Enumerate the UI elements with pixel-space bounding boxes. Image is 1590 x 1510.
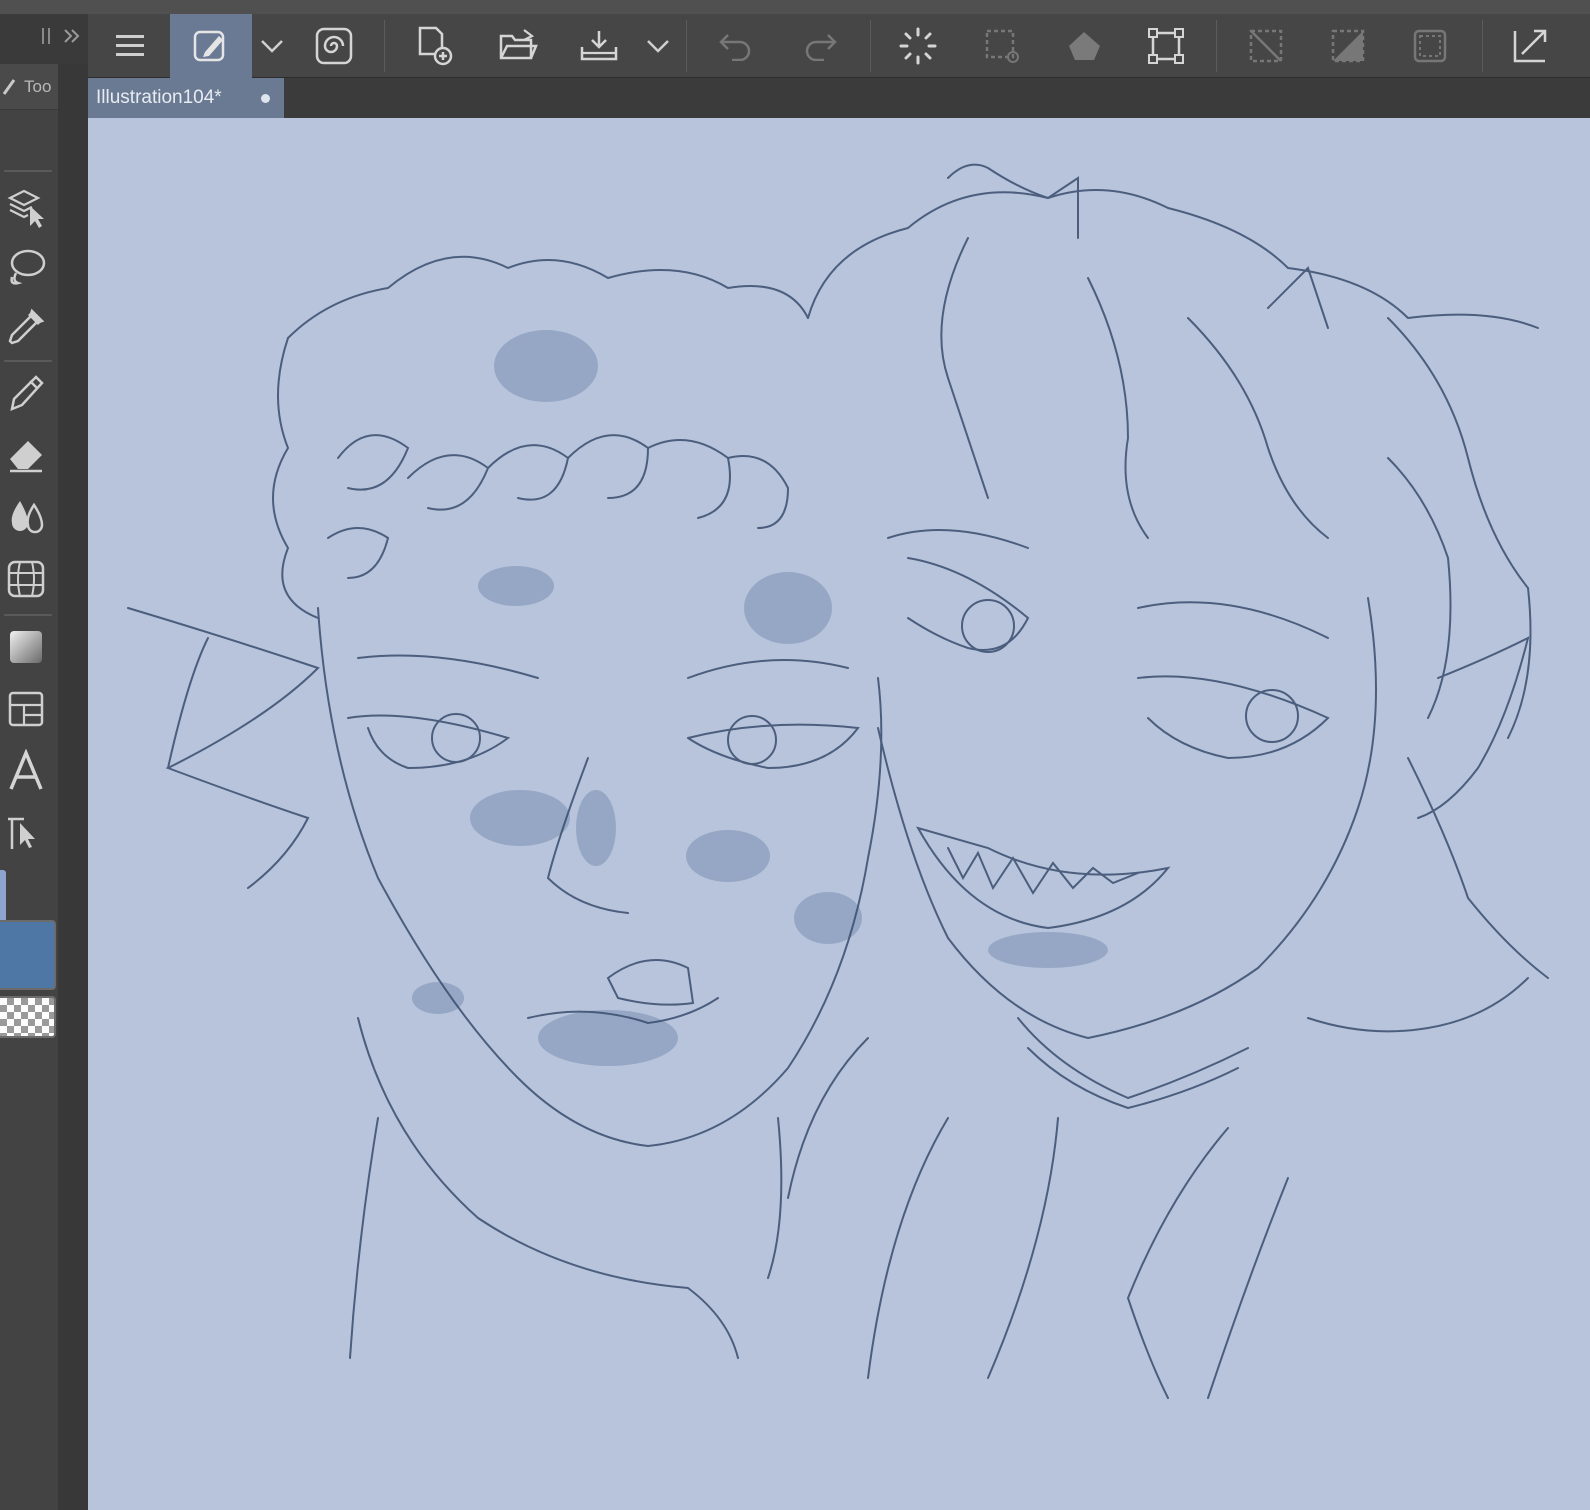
eyedropper-icon	[8, 308, 45, 345]
redo-button[interactable]	[788, 14, 852, 78]
document-tab[interactable]: Illustration104*	[88, 78, 284, 118]
zoom-corner-icon	[1513, 29, 1547, 63]
deselect-button[interactable]	[1234, 14, 1298, 78]
sketch-lines	[127, 163, 1549, 1399]
spiral-button[interactable]	[302, 14, 366, 78]
tool-blend[interactable]	[4, 492, 48, 542]
edit-layer-button[interactable]	[170, 14, 252, 78]
undo-icon	[719, 34, 751, 61]
tool-gradient[interactable]	[4, 622, 48, 672]
command-bar	[88, 14, 1590, 78]
expand-panel-icon[interactable]	[62, 26, 82, 46]
fill-icon	[1069, 32, 1100, 60]
layer-select-icon	[7, 189, 44, 228]
brush-small-icon	[2, 79, 16, 95]
tool-ruler[interactable]	[4, 554, 48, 604]
menu-icon	[116, 35, 144, 56]
drawing-canvas[interactable]	[88, 118, 1590, 1510]
loading-spinner-icon	[899, 27, 937, 65]
edit-layer-icon	[193, 30, 225, 62]
palette-gutter	[58, 64, 88, 1510]
transform-icon	[1148, 28, 1184, 64]
deselect-icon	[1249, 29, 1283, 63]
gradient-icon	[10, 631, 42, 663]
tool-pen[interactable]	[4, 368, 48, 418]
tool-operation[interactable]	[4, 808, 48, 858]
tool-palette	[0, 110, 58, 1510]
selection-border-icon	[1413, 29, 1447, 63]
tool-lasso[interactable]	[4, 242, 48, 292]
redo-icon	[805, 34, 837, 61]
blush-strokes	[412, 330, 1108, 1066]
perspective-ruler-icon	[7, 560, 45, 598]
invert-selection-button[interactable]	[1316, 14, 1380, 78]
invert-selection-icon	[1331, 29, 1365, 63]
chevron-down-icon	[647, 40, 669, 53]
tool-frame[interactable]	[4, 684, 48, 734]
blend-icon	[11, 501, 44, 534]
unsaved-dot-icon[interactable]	[261, 94, 270, 103]
transform-button[interactable]	[1134, 14, 1198, 78]
title-bar	[0, 0, 1590, 14]
palette-header	[0, 14, 88, 64]
loading-button[interactable]	[886, 14, 950, 78]
open-folder-icon	[499, 29, 538, 60]
tool-eraser[interactable]	[4, 430, 48, 480]
save-dropdown-button[interactable]	[640, 14, 676, 78]
tool-palette-label: Too	[24, 76, 52, 96]
layer-dropdown-button[interactable]	[254, 14, 290, 78]
main-color-swatch[interactable]	[0, 920, 56, 990]
tool-eyedropper[interactable]	[4, 302, 48, 352]
pen-icon	[10, 375, 44, 412]
chevron-down-icon	[261, 40, 283, 53]
sketch-artwork	[127, 163, 1549, 1399]
fill-button[interactable]	[1052, 14, 1116, 78]
transparent-color-swatch[interactable]	[0, 996, 56, 1038]
grip-icon[interactable]	[40, 26, 54, 46]
select-area-button[interactable]	[970, 14, 1034, 78]
undo-button[interactable]	[704, 14, 768, 78]
tool-layer-select[interactable]	[4, 182, 48, 232]
new-file-icon	[418, 26, 453, 66]
paint-app-window: Too Illustration104*	[0, 0, 1590, 1510]
save-icon	[580, 31, 618, 61]
select-area-icon	[985, 29, 1019, 63]
spiral-icon	[315, 27, 353, 65]
new-file-button[interactable]	[402, 14, 466, 78]
tool-palette-tab[interactable]: Too	[0, 64, 58, 110]
save-button[interactable]	[566, 14, 632, 78]
open-button[interactable]	[486, 14, 550, 78]
zoom-corner-button[interactable]	[1498, 14, 1562, 78]
frame-icon	[8, 691, 44, 727]
menu-button[interactable]	[98, 14, 162, 78]
document-tab-bar: Illustration104*	[88, 78, 1590, 118]
lasso-icon	[10, 249, 46, 285]
text-icon	[9, 749, 43, 790]
selection-border-button[interactable]	[1398, 14, 1462, 78]
document-title: Illustration104*	[96, 87, 222, 108]
operation-icon	[8, 817, 35, 849]
eraser-icon	[10, 441, 42, 473]
tool-text[interactable]	[4, 746, 48, 796]
